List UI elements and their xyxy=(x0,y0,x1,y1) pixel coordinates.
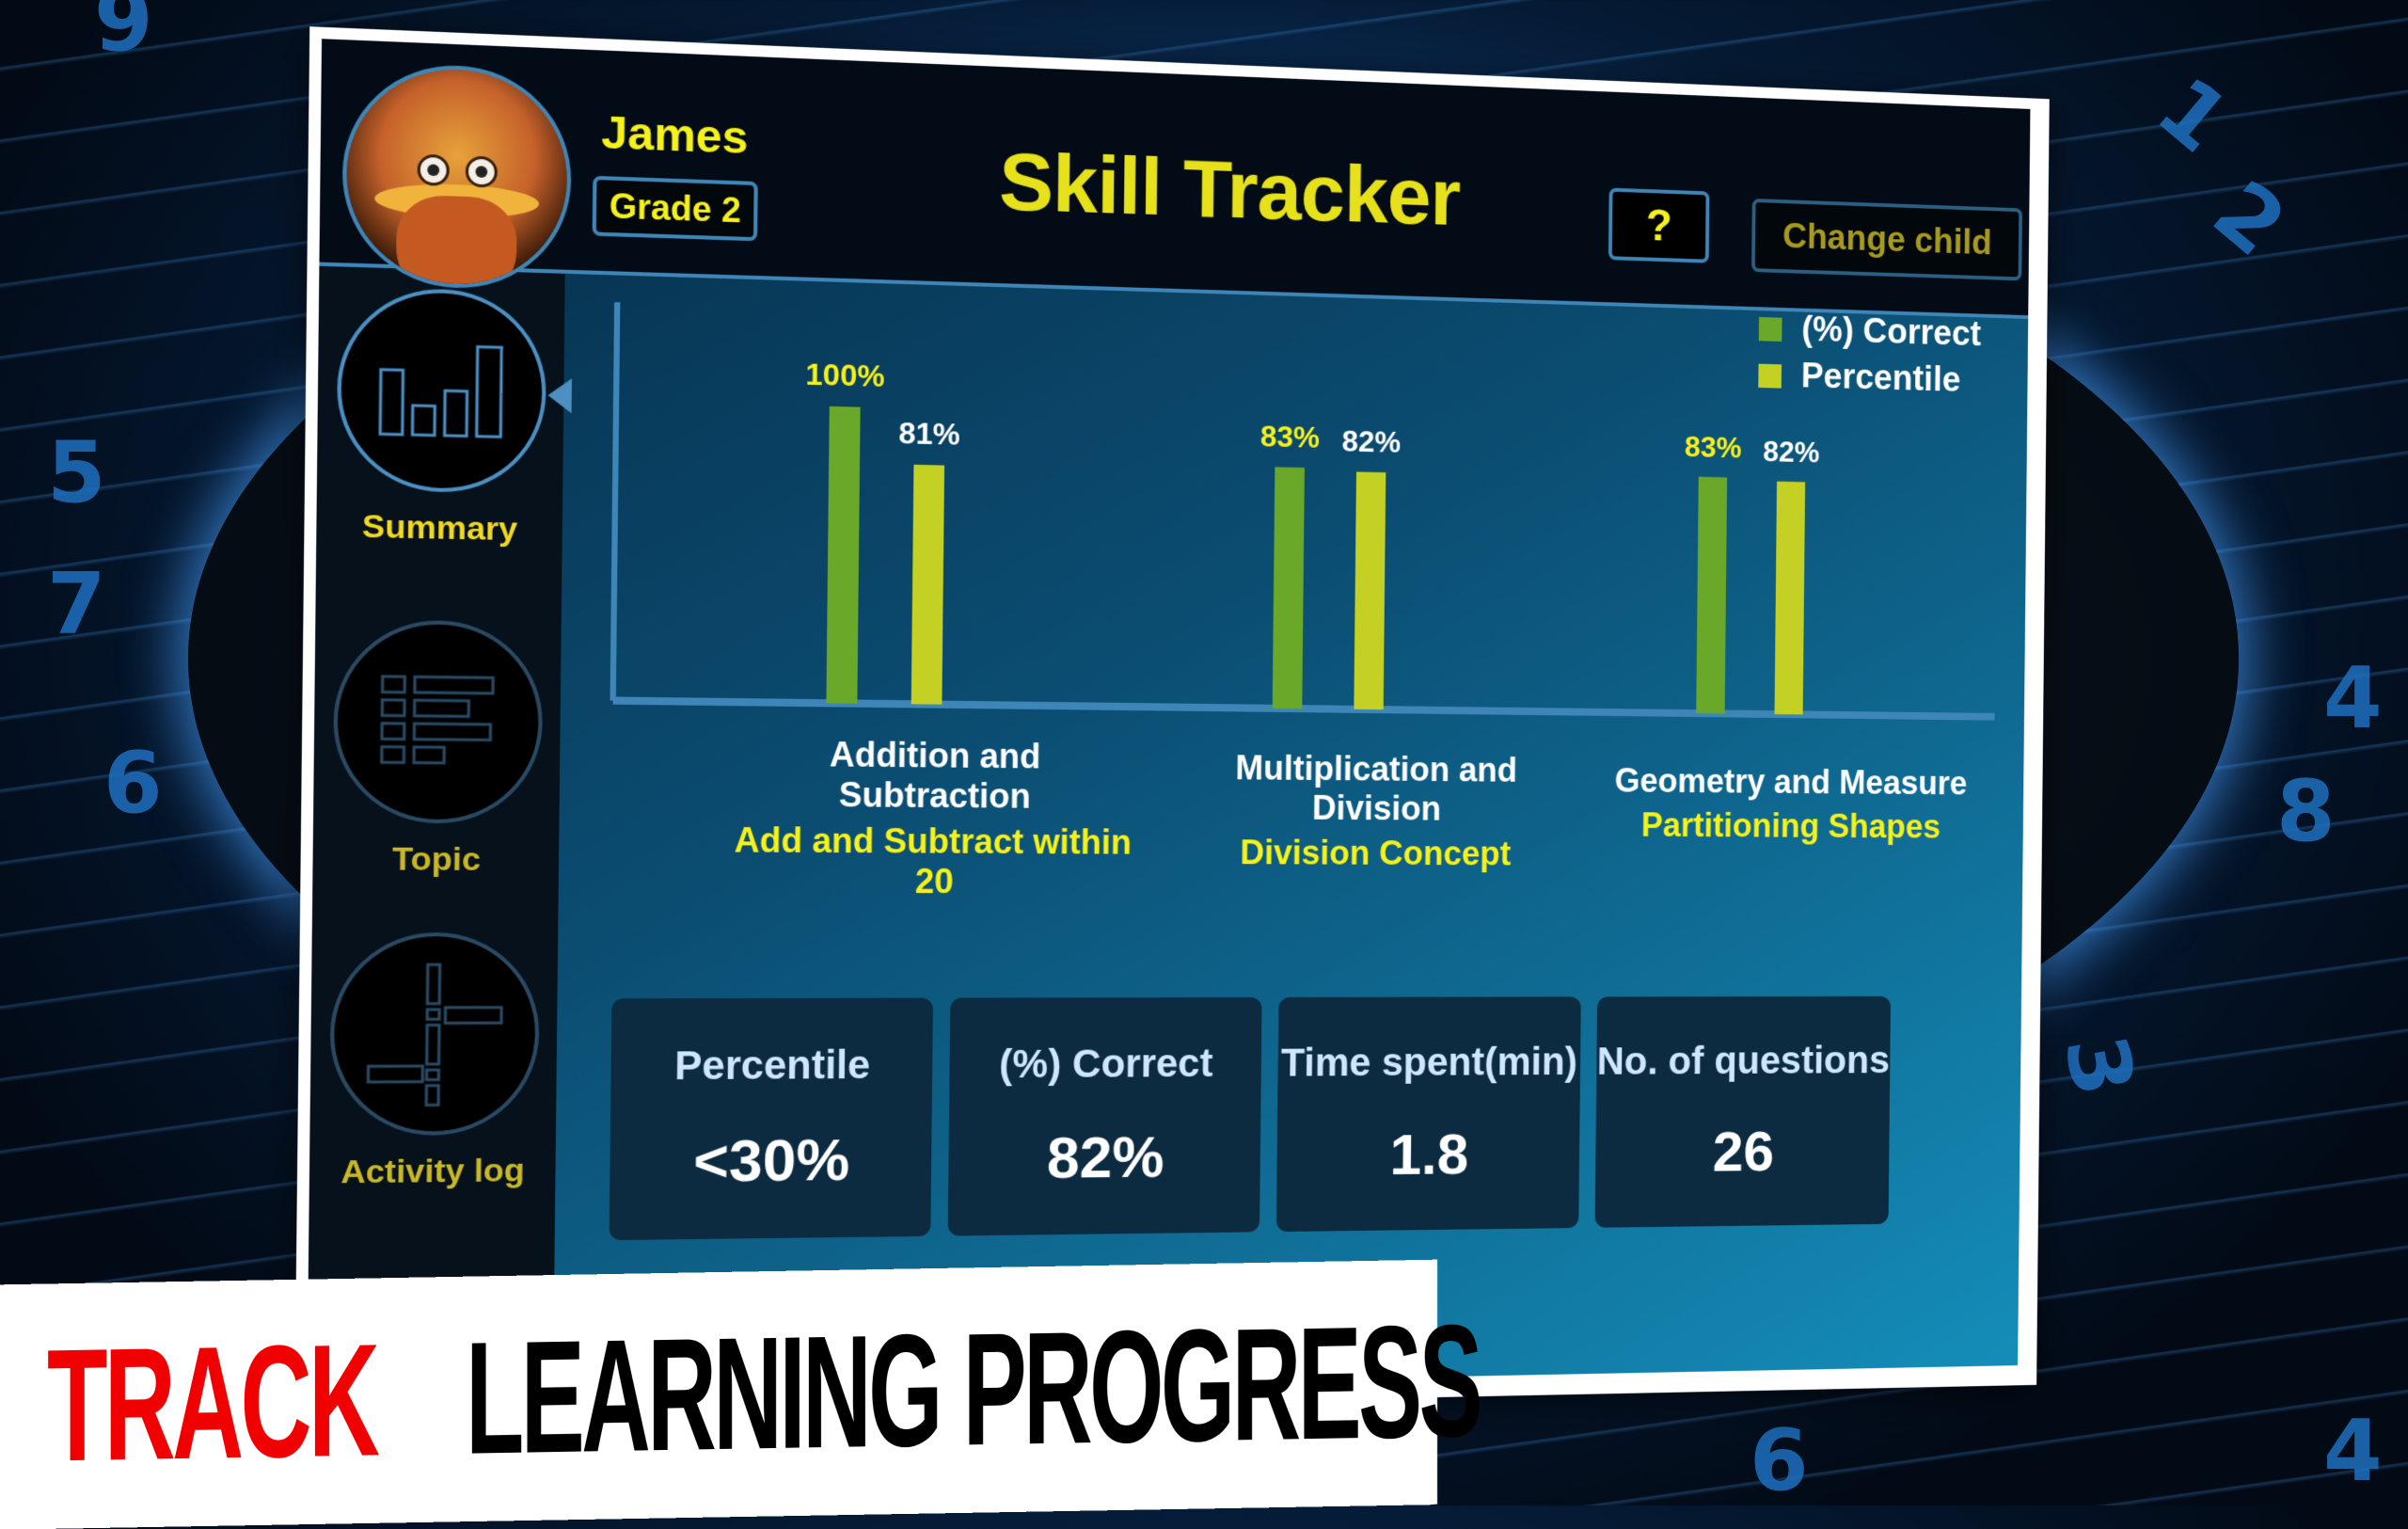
sidebar-item-label: Activity log xyxy=(341,1152,526,1191)
bar-percentile xyxy=(1354,471,1386,710)
change-child-button[interactable]: Change child xyxy=(1751,198,2023,281)
category-label: Geometry and Measure Partitioning Shapes xyxy=(1604,761,1976,846)
background-number: 6 xyxy=(103,734,163,833)
category-skill: Partitioning Shapes xyxy=(1640,805,1941,846)
legend-label: (%) Correct xyxy=(1801,310,1982,355)
bar-value-label: 82% xyxy=(1341,424,1401,459)
avatar-beard xyxy=(395,194,517,292)
sidebar-item-label: Topic xyxy=(391,840,482,879)
stat-card-percentile: Percentile <30% xyxy=(609,997,933,1241)
timeline-icon xyxy=(363,961,505,1107)
category-skill: Add and Subtract within 20 xyxy=(734,820,1133,901)
list-icon xyxy=(377,673,499,772)
promo-banner: TRACK LEARNING PROGRESS xyxy=(0,1259,1480,1529)
stat-value: 82% xyxy=(1046,1123,1164,1191)
avatar-eye xyxy=(417,153,450,186)
active-indicator-icon xyxy=(547,377,572,414)
category-topic: Geometry and Measure xyxy=(1614,761,1968,803)
stat-value: 1.8 xyxy=(1389,1122,1469,1187)
background-number: 4 xyxy=(2323,649,2383,748)
background-number: 8 xyxy=(2276,762,2336,861)
skill-tracker-screen: James Grade 2 Skill Tracker ? Change chi… xyxy=(307,39,2031,1399)
background-number: 7 xyxy=(47,555,106,654)
sidebar-item-summary[interactable]: Summary xyxy=(316,286,572,550)
child-name: James xyxy=(600,107,749,165)
stat-card-time-spent: Time spent(min) 1.8 xyxy=(1275,996,1581,1233)
bar-correct xyxy=(1696,476,1728,714)
skill-chart: 100% 83% 83% 81% 82% 82% (%) Correct Percenti… xyxy=(605,302,1998,900)
page-title: Skill Tracker xyxy=(998,135,1461,244)
sidebar-item-activity-log[interactable]: Activity log xyxy=(309,932,558,1192)
banner-highlight: TRACK xyxy=(47,1311,377,1496)
legend-label: Percentile xyxy=(1800,357,1961,400)
app-screenshot-frame: James Grade 2 Skill Tracker ? Change chi… xyxy=(294,26,2050,1422)
chart-legend: (%) Correct Percentile xyxy=(1758,309,1981,408)
sidebar-item-label: Summary xyxy=(361,507,518,549)
bar-value-label: 82% xyxy=(1763,435,1820,469)
activity-log-circle[interactable] xyxy=(328,932,540,1137)
bar-value-label: 83% xyxy=(1260,420,1321,454)
background-number: 4 xyxy=(2323,1402,2383,1501)
stat-value: 26 xyxy=(1712,1119,1775,1184)
stat-value: <30% xyxy=(692,1126,850,1195)
avatar xyxy=(341,61,573,292)
stat-label: (%) Correct xyxy=(998,1040,1213,1086)
summary-circle[interactable] xyxy=(335,286,572,495)
category-topic: Multiplication and Division xyxy=(1235,748,1518,828)
bar-correct xyxy=(1272,467,1305,709)
background-number: 5 xyxy=(47,423,106,522)
bar-chart-icon xyxy=(375,340,507,440)
stat-label: No. of questions xyxy=(1596,1037,1891,1083)
stat-card-questions: No. of questions 26 xyxy=(1594,995,1892,1228)
legend-swatch xyxy=(1758,363,1782,389)
category-label: Addition and Subtraction Add and Subtrac… xyxy=(731,734,1135,902)
bar-value-label: 83% xyxy=(1685,430,1742,464)
help-button[interactable]: ? xyxy=(1608,187,1710,263)
bar-percentile xyxy=(911,464,945,705)
stat-label: Time spent(min) xyxy=(1280,1039,1578,1085)
summary-stats: Percentile <30% (%) Correct 82% Time spe… xyxy=(609,995,1892,1241)
sidebar-item-topic[interactable]: Topic xyxy=(312,618,561,880)
background-number: 9 xyxy=(94,0,153,71)
category-skill: Division Concept xyxy=(1240,833,1512,873)
legend-item-percentile: Percentile xyxy=(1758,356,1981,401)
sidebar: Summary Topic Activity log xyxy=(307,265,572,1399)
category-topic: Addition and Subtraction xyxy=(829,734,1041,816)
y-axis xyxy=(613,302,618,700)
legend-swatch xyxy=(1758,316,1782,342)
bar-percentile xyxy=(1774,481,1806,715)
grade-badge[interactable]: Grade 2 xyxy=(592,175,758,242)
stat-card-correct: (%) Correct 82% xyxy=(947,996,1262,1236)
background-number: 6 xyxy=(1750,1411,1809,1510)
bar-value-label: 81% xyxy=(898,416,960,451)
stat-label: Percentile xyxy=(674,1041,871,1088)
banner-text: LEARNING PROGRESS xyxy=(465,1291,1480,1489)
avatar-eye xyxy=(465,155,499,188)
bar-correct xyxy=(826,406,861,704)
legend-item-correct: (%) Correct xyxy=(1758,309,1982,355)
topic-circle[interactable] xyxy=(331,618,544,824)
category-label: Multiplication and Division Division Con… xyxy=(1181,748,1570,874)
bar-value-label: 100% xyxy=(805,358,885,393)
